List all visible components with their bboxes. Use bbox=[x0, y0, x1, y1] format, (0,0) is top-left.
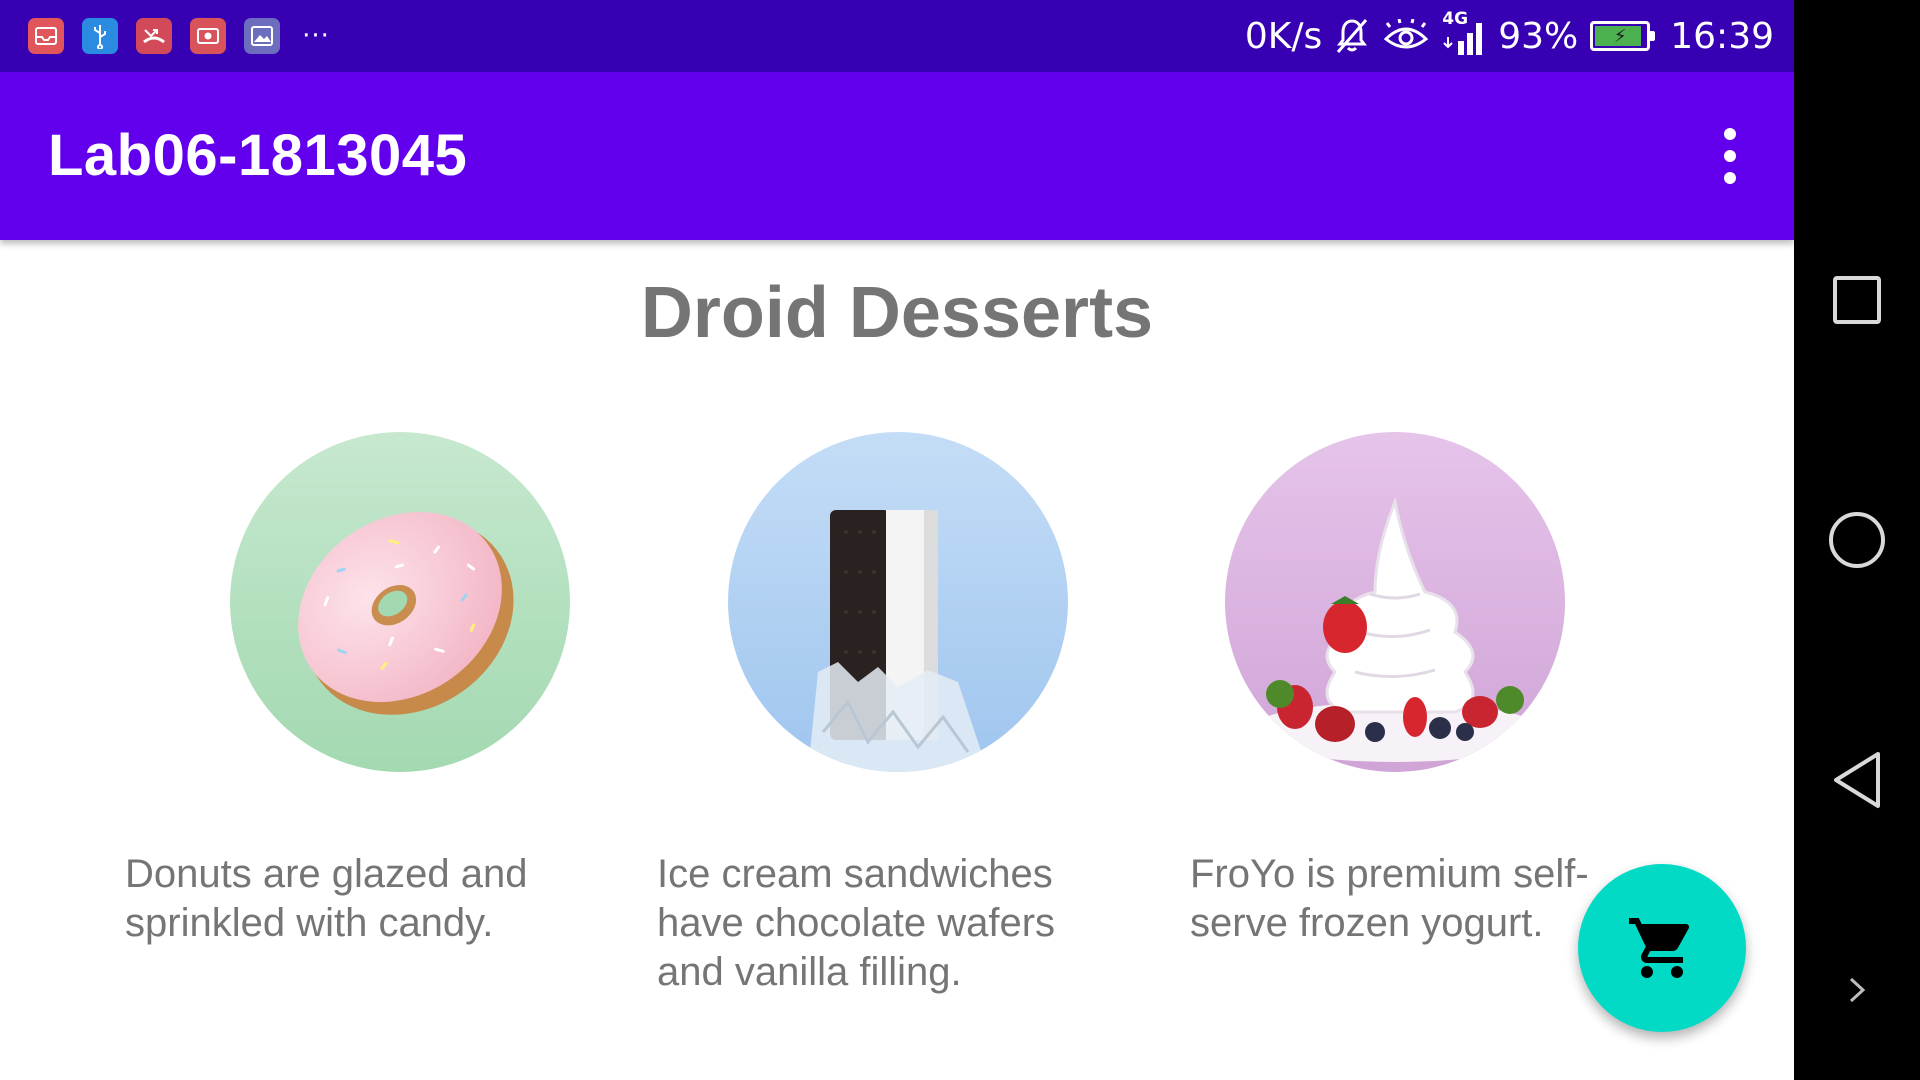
ice-cream-sandwich-image[interactable] bbox=[728, 432, 1068, 772]
notification-icons: ··· bbox=[28, 18, 334, 54]
recents-button[interactable] bbox=[1794, 255, 1920, 345]
network-type: 4G bbox=[1442, 9, 1469, 29]
recents-icon bbox=[1833, 276, 1881, 324]
overflow-menu-button[interactable] bbox=[1720, 128, 1740, 184]
battery-percent: 93% bbox=[1498, 15, 1579, 57]
gallery-icon bbox=[244, 18, 280, 54]
missed-call-icon bbox=[136, 18, 172, 54]
back-button[interactable] bbox=[1794, 735, 1920, 825]
app-window: ··· 0K/s 4G 93% ⚡ 16:39 Lab06-1813045 Dr… bbox=[0, 0, 1794, 1080]
back-icon bbox=[1834, 752, 1880, 808]
froyo-description: FroYo is premium self-serve frozen yogur… bbox=[1190, 852, 1589, 945]
battery-icon: ⚡ bbox=[1590, 21, 1656, 51]
clock: 16:39 bbox=[1670, 15, 1774, 57]
app-title: Lab06-1813045 bbox=[48, 123, 468, 188]
mute-icon bbox=[1334, 16, 1370, 56]
status-bar: ··· 0K/s 4G 93% ⚡ 16:39 bbox=[0, 0, 1794, 72]
home-button[interactable] bbox=[1794, 495, 1920, 585]
usb-icon bbox=[82, 18, 118, 54]
overflow-menu-icon-dot bbox=[1724, 150, 1736, 162]
home-icon bbox=[1829, 512, 1885, 568]
more-icon: ··· bbox=[302, 21, 330, 51]
network-speed: 0K/s bbox=[1244, 15, 1323, 57]
donut-image[interactable] bbox=[230, 432, 570, 772]
froyo-image[interactable] bbox=[1225, 432, 1565, 772]
ice-cream-sandwich-description: Ice cream sandwiches have chocolate wafe… bbox=[657, 852, 1056, 994]
expand-icon bbox=[1849, 977, 1866, 1003]
phone-screen: ··· 0K/s 4G 93% ⚡ 16:39 Lab06-1813045 Dr… bbox=[0, 0, 1920, 1080]
signal-icon: 4G bbox=[1442, 9, 1486, 57]
mail-icon bbox=[28, 18, 64, 54]
page-heading: Droid Desserts bbox=[640, 273, 1154, 353]
overflow-menu-icon-dot bbox=[1724, 172, 1736, 184]
cart-fab-button[interactable] bbox=[1578, 864, 1746, 1032]
screen-record-icon bbox=[190, 18, 226, 54]
navigation-bar bbox=[1794, 0, 1920, 1080]
overflow-menu-icon-dot bbox=[1724, 128, 1736, 140]
donut-description: Donuts are glazed and sprinkled with can… bbox=[125, 852, 528, 945]
shopping-cart-icon bbox=[1629, 918, 1690, 978]
expand-button[interactable] bbox=[1794, 965, 1920, 1015]
eye-comfort-icon bbox=[1382, 19, 1430, 53]
app-bar: Lab06-1813045 bbox=[0, 72, 1794, 240]
status-indicators: 0K/s 4G 93% ⚡ 16:39 bbox=[1245, 0, 1774, 72]
charging-icon: ⚡ bbox=[1613, 25, 1627, 47]
